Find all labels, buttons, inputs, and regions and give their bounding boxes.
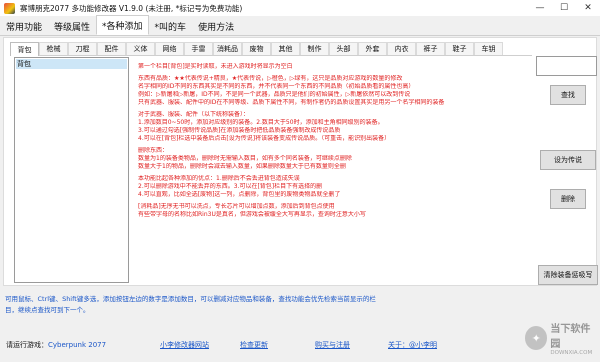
search-input[interactable]	[536, 56, 597, 76]
watermark-name: 当下软件园	[550, 324, 591, 350]
usage-tip: 可用鼠标、Ctrl键、Shift键多选，添加按钮左边的数字是添加数目，可以删减对…	[5, 294, 475, 316]
cat-tab-network[interactable]: 网络	[155, 42, 184, 55]
help-line: 1.添加数目0~50时，添加对应级别的装备。2.数目大于50时，添加和主角相同级…	[138, 119, 384, 126]
cat-tab-coat[interactable]: 外套	[358, 42, 387, 55]
help-line: 4.可以直观，比如全选[废物]这一列，点删除，背包里的废物类物品就全删了	[138, 191, 341, 198]
tip-line: 目，继续点查找可到下一个。	[5, 306, 90, 314]
help-line: 数量大于1的物品，删除时会减去输入数量，如果删除数量大于已有数量则全删	[138, 163, 346, 170]
cat-tab-guns[interactable]: 枪械	[39, 42, 68, 55]
maximize-icon[interactable]: ☐	[552, 0, 576, 16]
item-list[interactable]: 背包	[14, 57, 129, 283]
help-line: 数量为1的装备类物品，删除时无需输入数目，如有多个同名装备，可继续点删除	[138, 155, 352, 162]
delete-button[interactable]: 删除	[550, 189, 586, 209]
list-item-selected[interactable]: 背包	[16, 59, 127, 69]
tab-call-car[interactable]: *叫的车	[149, 17, 193, 35]
help-line: 本功能比起各种添加的优点：1.删除后不会丢进背包造成失误	[138, 175, 300, 182]
cat-tab-crafting[interactable]: 制作	[300, 42, 329, 55]
cat-tab-innerwear[interactable]: 内衣	[387, 42, 416, 55]
status-bar: 请运行游戏：Cyberpunk 2077 小李修改器网站 检查更新 购买与注册 …	[0, 337, 600, 353]
help-line: 东西有品质：★★代表传说+精良，★代表传说，▷橙色，▷绿有，这只是品质对应游戏的…	[138, 75, 403, 82]
tab-common[interactable]: 常用功能	[0, 17, 48, 35]
help-line: 只有武器、服装、配件中的ID在不同等级、品质下属性不同，有制作者仍的品质设置其实…	[138, 99, 445, 106]
help-line: 删除东西：	[138, 147, 169, 154]
search-button[interactable]: 查找	[550, 85, 586, 105]
help-line: [消耗品]无序无书可以洗点，专长芯片可以增加点数，添加后到背包点使用	[138, 203, 335, 210]
cat-tab-consumables[interactable]: 消耗品	[213, 42, 242, 55]
help-line: 对于武器、服装、配件（以下统称装备）：	[138, 111, 250, 118]
cat-tab-pants[interactable]: 裤子	[416, 42, 445, 55]
cat-tab-junk[interactable]: 废物	[242, 42, 271, 55]
game-name: Cyberpunk 2077	[48, 341, 107, 349]
title-bar: 赛博朋克2077 多功能修改器 V1.9.0 (未注册, *标记号为免费功能) …	[0, 0, 600, 16]
help-line: 名字相同的ID不同的东西其实是不同的东西，并不代表同一个东西的不同品质（初始品质…	[138, 83, 415, 90]
main-tab-bar: 常用功能 等级属性 *各种添加 *叫的车 使用方法	[0, 15, 600, 36]
window-title: 赛博朋克2077 多功能修改器 V1.9.0 (未注册, *标记号为免费功能)	[20, 3, 243, 13]
watermark-text: 当下软件园 DOWNXIA.COM	[550, 320, 597, 356]
cat-tab-head[interactable]: 头部	[329, 42, 358, 55]
minimize-icon[interactable]: —	[528, 0, 552, 16]
help-line: 3.可以通过勾选[强制传说品质]在添加装备时把低品质装备强制改成传说品质	[138, 127, 341, 134]
help-text: 第一个栏目[背包]是实时读取，未进入游戏时将显示为空白 东西有品质：★★代表传说…	[138, 63, 533, 283]
help-line: 有些带字母的名称比如Rin3U是真名，但游戏会被缓全大写再显示，查询时注意大小写	[138, 211, 366, 218]
help-line: 例如：▷新屠和▷新屠，ID不同，不是同一个武器，品质只是他们的初始属性，▷新屠依…	[138, 91, 411, 98]
watermark-sub: DOWNXIA.COM	[550, 350, 593, 356]
purchase-register-link[interactable]: 购买与注册	[315, 340, 350, 350]
help-line: 第一个栏目[背包]是实时读取，未进入游戏时将显示为空白	[138, 63, 293, 70]
window-controls: — ☐ ✕	[528, 0, 600, 16]
tab-add-items[interactable]: *各种添加	[96, 15, 149, 35]
close-icon[interactable]: ✕	[576, 0, 600, 16]
check-update-link[interactable]: 检查更新	[240, 340, 268, 350]
tab-level-attributes[interactable]: 等级属性	[48, 17, 96, 35]
content-panel: 背包 枪械 刀棍 配件 义体 网络 手雷 消耗品 废物 其他 制作 头部 外套 …	[3, 37, 597, 286]
cat-tab-other[interactable]: 其他	[271, 42, 300, 55]
watermark: ✦ 当下软件园 DOWNXIA.COM	[525, 320, 597, 356]
clear-memory-button[interactable]: 清除装备惩吸写	[538, 265, 598, 285]
cat-tab-cyberware[interactable]: 义体	[126, 42, 155, 55]
app-icon	[4, 2, 15, 14]
set-legendary-button[interactable]: 设为传说	[540, 150, 596, 170]
website-link[interactable]: 小李修改器网站	[160, 340, 209, 350]
help-line: 4.可以在[背包]栏选中装备后点击[设为传说]将该装备变成传说品质。（可重击，能…	[138, 135, 391, 142]
cat-tab-backpack[interactable]: 背包	[10, 42, 39, 56]
cat-tab-shoes[interactable]: 鞋子	[445, 42, 474, 55]
help-line: 2.可以删除游戏中不能丢弃的东西。3.可以在[背包]栏目下有选择的删	[138, 183, 323, 190]
game-status: 请运行游戏：Cyberpunk 2077	[6, 340, 106, 350]
category-tab-bar: 背包 枪械 刀棍 配件 义体 网络 手雷 消耗品 废物 其他 制作 头部 外套 …	[10, 42, 532, 56]
cat-tab-mods[interactable]: 配件	[97, 42, 126, 55]
cat-tab-car-keys[interactable]: 车钥	[474, 42, 503, 55]
about-link[interactable]: 关于：@小李明	[388, 340, 437, 350]
cat-tab-melee[interactable]: 刀棍	[68, 42, 97, 55]
game-status-label: 请运行游戏：	[6, 341, 48, 349]
cat-tab-grenades[interactable]: 手雷	[184, 42, 213, 55]
watermark-logo-icon: ✦	[525, 326, 548, 350]
tip-line: 可用鼠标、Ctrl键、Shift键多选，添加按钮左边的数字是添加数目，可以删减对…	[5, 295, 376, 303]
tab-usage[interactable]: 使用方法	[192, 17, 240, 35]
